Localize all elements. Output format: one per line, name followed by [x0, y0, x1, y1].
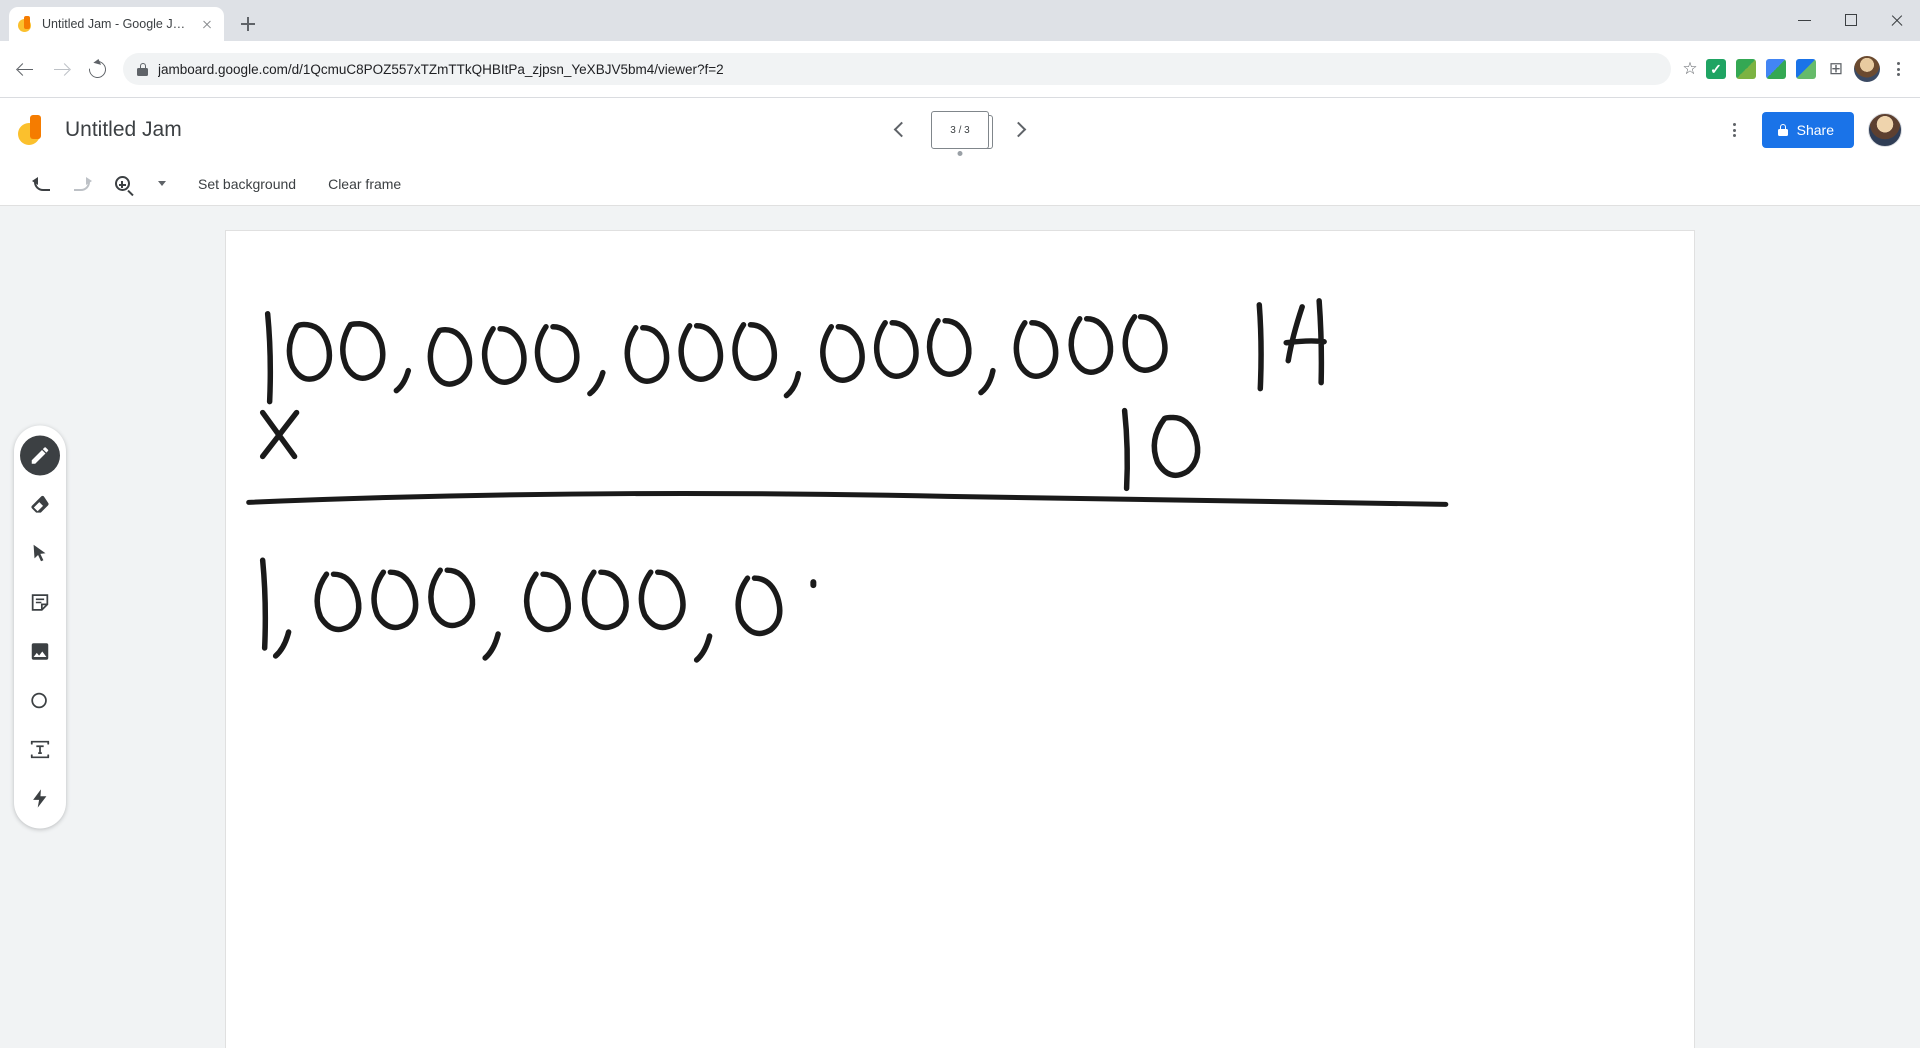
jamboard-app: Untitled Jam 3 / 3 Share Set background … — [0, 98, 1920, 1048]
extension-green-icon[interactable] — [1732, 55, 1760, 83]
tool-palette — [14, 425, 66, 829]
maximize-window-button[interactable] — [1828, 0, 1874, 41]
close-window-button[interactable] — [1874, 0, 1920, 41]
back-button[interactable] — [8, 52, 42, 86]
undo-button[interactable] — [24, 166, 60, 202]
extensions-puzzle-icon[interactable]: ⊞ — [1822, 55, 1850, 83]
canvas-stage — [0, 206, 1920, 1048]
profile-avatar[interactable] — [1854, 56, 1880, 82]
jam-canvas[interactable] — [225, 230, 1695, 1048]
frame-counter[interactable]: 3 / 3 — [931, 111, 993, 149]
minimize-window-button[interactable] — [1782, 0, 1828, 41]
extension-check-icon[interactable] — [1702, 55, 1730, 83]
browser-window: Untitled Jam - Google Jamboard jamboard.… — [0, 0, 1920, 1048]
close-tab-icon[interactable] — [199, 16, 215, 32]
bookmark-star-icon[interactable]: ☆ — [1680, 59, 1700, 79]
horizontal-rule — [246, 490, 1449, 507]
header-actions: Share — [1720, 112, 1902, 148]
laser-tool[interactable] — [20, 779, 60, 819]
url-text: jamboard.google.com/d/1QcmuC8POZ557xTZmT… — [158, 61, 724, 77]
zoom-dropdown-button[interactable] — [144, 166, 180, 202]
tab-title: Untitled Jam - Google Jamboard — [42, 17, 191, 31]
jam-title[interactable]: Untitled Jam — [65, 118, 182, 142]
image-tool[interactable] — [20, 632, 60, 672]
secure-lock-icon — [137, 62, 148, 76]
extension-blue-green-icon[interactable] — [1762, 55, 1790, 83]
shape-tool[interactable] — [20, 681, 60, 721]
zoom-in-button[interactable] — [104, 166, 140, 202]
extension-blue-icon[interactable] — [1792, 55, 1820, 83]
browser-tab[interactable]: Untitled Jam - Google Jamboard — [9, 7, 224, 41]
select-tool[interactable] — [20, 534, 60, 574]
app-header: Untitled Jam 3 / 3 Share — [0, 98, 1920, 162]
share-button-label: Share — [1796, 122, 1834, 138]
edit-toolbar: Set background Clear frame — [0, 162, 1920, 206]
share-button[interactable]: Share — [1761, 112, 1854, 148]
forward-button[interactable] — [44, 52, 78, 86]
note-tool[interactable] — [20, 583, 60, 623]
window-controls — [1782, 0, 1920, 41]
lock-icon — [1777, 124, 1788, 136]
jamboard-logo-icon — [18, 114, 48, 146]
pen-tool[interactable] — [20, 435, 60, 476]
new-tab-button[interactable] — [234, 10, 262, 38]
reload-button[interactable] — [80, 52, 114, 86]
digit-1 — [264, 311, 274, 405]
handwriting-layer — [246, 298, 1449, 663]
annotation-1 — [1256, 302, 1264, 392]
times-sign — [259, 409, 300, 460]
eraser-tool[interactable] — [20, 485, 60, 525]
multiplier-0 — [1151, 414, 1201, 479]
frame-navigation: 3 / 3 — [883, 111, 1037, 149]
previous-frame-button[interactable] — [883, 113, 917, 147]
chrome-menu-icon[interactable] — [1884, 55, 1912, 83]
clear-frame-button[interactable]: Clear frame — [314, 168, 415, 200]
address-bar[interactable]: jamboard.google.com/d/1QcmuC8POZ557xTZmT… — [123, 53, 1671, 85]
annotation-4 — [1283, 298, 1327, 386]
next-frame-button[interactable] — [1003, 113, 1037, 147]
browser-toolbar: jamboard.google.com/d/1QcmuC8POZ557xTZmT… — [0, 41, 1920, 97]
multiplier-1 — [1121, 407, 1131, 492]
more-actions-icon[interactable] — [1720, 116, 1748, 144]
tab-strip: Untitled Jam - Google Jamboard — [0, 0, 1920, 41]
set-background-button[interactable]: Set background — [184, 168, 310, 200]
redo-button[interactable] — [64, 166, 100, 202]
text-tool[interactable] — [20, 730, 60, 770]
jamboard-favicon-icon — [18, 16, 34, 32]
account-avatar[interactable] — [1868, 113, 1902, 147]
